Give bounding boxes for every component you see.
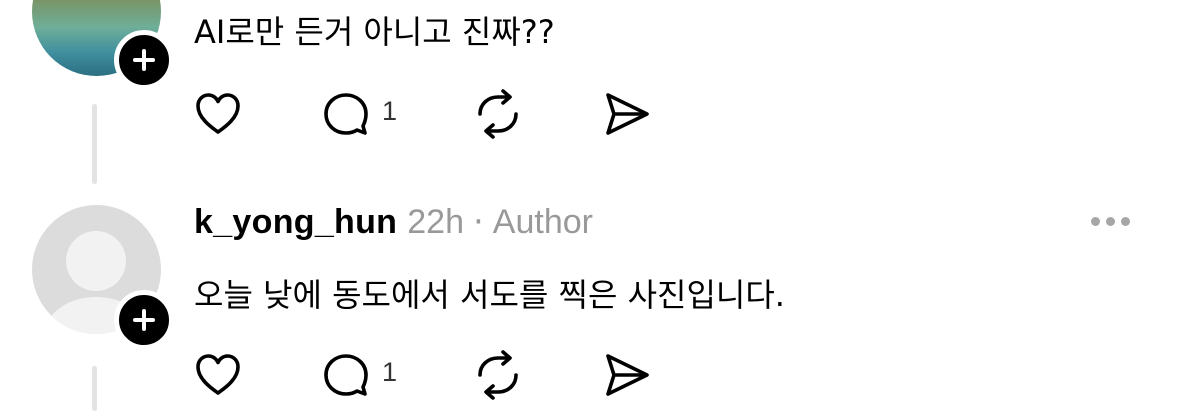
heart-icon (196, 354, 240, 395)
reply-button[interactable]: 1 (318, 86, 397, 142)
reply-post: k_yong_hun 22h · Author 오늘 낮에 동도에서 서도를 찍… (0, 190, 1179, 411)
follow-button[interactable] (114, 290, 174, 350)
reply-count: 1 (382, 95, 398, 126)
more-icon (1091, 217, 1100, 226)
post-header: k_yong_hun 22h · Author (194, 202, 593, 242)
follow-button[interactable] (114, 30, 174, 90)
author-badge: Author (492, 203, 593, 241)
comment-icon (324, 354, 368, 396)
thread-line (92, 104, 97, 184)
action-bar: 1 (190, 86, 670, 142)
send-icon (606, 354, 649, 396)
reply-count: 1 (382, 356, 398, 387)
post-text: AI로만 든거 아니고 진짜?? (194, 13, 555, 51)
avatar-head-shape (66, 231, 126, 291)
plus-icon (133, 49, 155, 71)
like-button[interactable] (190, 347, 246, 403)
separator: · (472, 202, 484, 242)
repost-button[interactable] (470, 86, 526, 142)
comment-icon (324, 93, 368, 135)
like-button[interactable] (190, 86, 246, 142)
repost-icon (478, 350, 518, 400)
repost-button[interactable] (470, 347, 526, 403)
repost-icon (478, 89, 518, 139)
share-button[interactable] (598, 347, 654, 403)
action-bar: 1 (190, 347, 670, 403)
thread-line (92, 366, 97, 411)
more-button[interactable] (1091, 217, 1130, 226)
heart-icon (196, 93, 240, 134)
timestamp: 22h (407, 203, 464, 241)
more-icon (1106, 217, 1115, 226)
send-icon (606, 93, 649, 135)
plus-icon (133, 309, 155, 331)
share-button[interactable] (598, 86, 654, 142)
username[interactable]: k_yong_hun (194, 203, 397, 242)
post-text: 오늘 낮에 동도에서 서도를 찍은 사진입니다. (194, 276, 785, 314)
more-icon (1121, 217, 1130, 226)
reply-button[interactable]: 1 (318, 347, 397, 403)
reply-post: AI로만 든거 아니고 진짜?? 1 (0, 0, 1179, 190)
